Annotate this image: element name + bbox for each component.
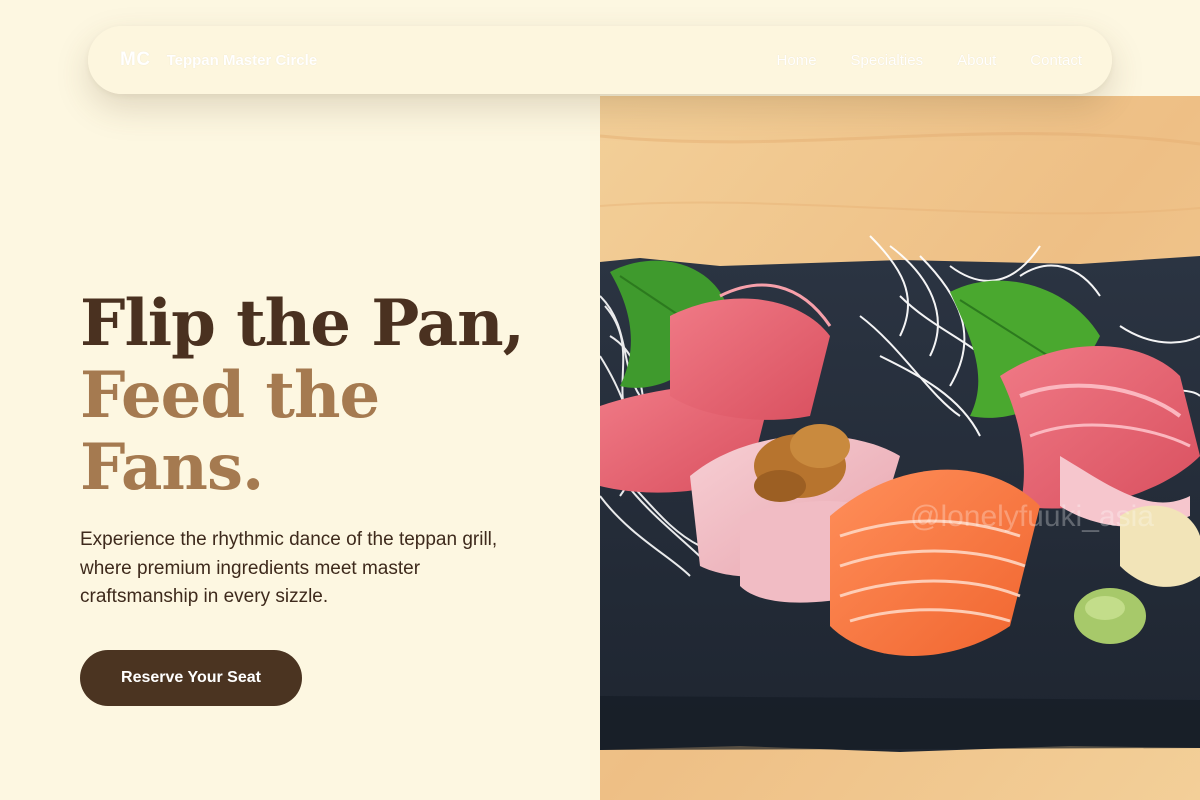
- nav-links: Home Specialties About Contact: [777, 26, 1082, 94]
- hero-headline: Flip the Pan, Feed the Fans.: [80, 286, 525, 505]
- nav-link-about[interactable]: About: [957, 52, 996, 69]
- headline-line-3: Fans.: [80, 430, 264, 505]
- brand[interactable]: MC Teppan Master Circle: [120, 26, 317, 94]
- nav-link-contact[interactable]: Contact: [1030, 52, 1082, 69]
- top-navbar: MC Teppan Master Circle Home Specialties…: [88, 26, 1112, 94]
- nav-link-specialties[interactable]: Specialties: [851, 52, 924, 69]
- nav-link-home[interactable]: Home: [777, 52, 817, 69]
- headline-line-2: Feed the: [80, 358, 380, 433]
- hero-subtitle: Experience the rhythmic dance of the tep…: [80, 529, 498, 607]
- landing-page: @lonelyfuuki_asia MC Teppan Master Circl…: [0, 0, 1200, 800]
- reserve-seat-button[interactable]: Reserve Your Seat: [80, 650, 302, 706]
- brand-logo: MC: [120, 49, 151, 70]
- headline-line-1: Flip the Pan,: [80, 286, 525, 361]
- image-watermark: @lonelyfuuki_asia: [910, 500, 1154, 533]
- brand-name: Teppan Master Circle: [166, 51, 318, 69]
- hero-sashimi-image: @lonelyfuuki_asia: [600, 96, 1200, 800]
